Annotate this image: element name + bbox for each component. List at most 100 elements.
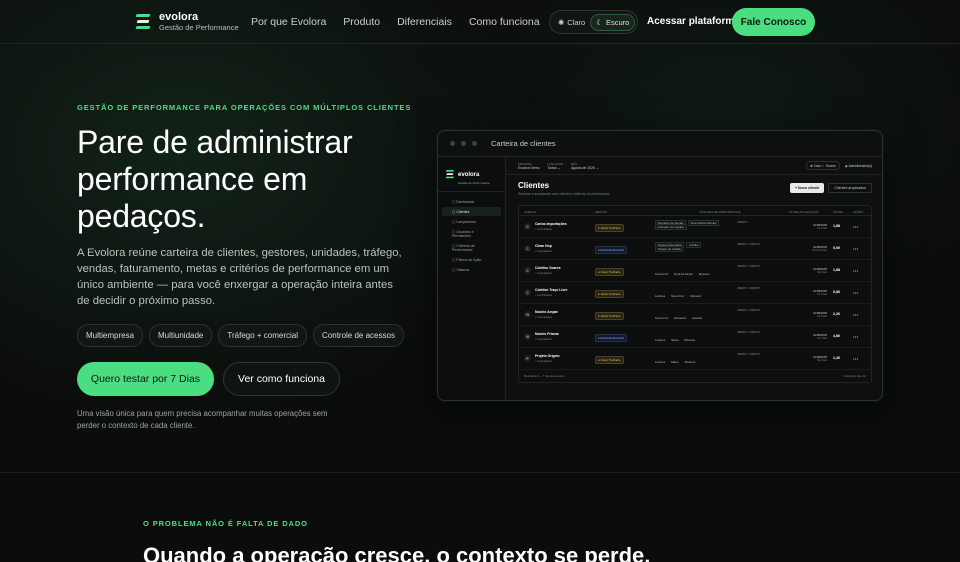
mock-unit-meta: ABERTO / ABERTO	[737, 243, 761, 246]
mock-main: Clientes Gerencie e acompanhe seus clien…	[518, 181, 872, 383]
mock-unit-tag: Chapéu de criação	[655, 246, 684, 252]
mock-table-row: N Núcleo Ampar • Contratados ● Júnior Trech…	[519, 304, 871, 326]
theme-light-option[interactable]: ✺ Claro	[553, 15, 590, 30]
mock-last-update: 01/08/2025 há 2 dias	[797, 289, 827, 296]
mock-column-header: SCORE	[833, 209, 843, 214]
hero-eyebrow: GESTÃO DE PERFORMANCE PARA OPERAÇÕES COM…	[77, 103, 412, 112]
mock-sidebar-item: ▢ Sistema	[452, 267, 470, 272]
hero-title: Pare de administrar performance em pedaç…	[77, 124, 353, 234]
mock-unit-tag: Nova Cruz	[671, 294, 685, 298]
mock-manager-badge: ● Júnior Trecheiro	[595, 356, 624, 364]
mock-column-header: AÇÕES	[853, 209, 863, 214]
mock-footer-left: Mostrando 1 – 7 clientes ativo(s)	[524, 374, 565, 378]
mock-unit-tag: Miami	[671, 360, 679, 364]
mock-last-update: 01/08/2025 há 10 minutos	[797, 245, 827, 252]
mock-unit-tag: Tassa	[671, 338, 679, 342]
mock-score: 0,80	[833, 290, 840, 294]
mock-table-row: C Coletivo Traço Livre • Contratados ● Júni…	[519, 282, 871, 304]
mock-score: 1,88	[833, 224, 840, 228]
mock-units: Chapéu Automático Conflue Chapéu de criaçã…	[655, 242, 703, 252]
window-dot	[472, 141, 477, 146]
nav-link-como-funciona[interactable]: Como funciona	[469, 16, 540, 28]
feature-chip: Multiunidade	[149, 324, 213, 347]
login-link[interactable]: Acessar plataforma	[647, 16, 740, 27]
mock-score: 2,26	[833, 312, 840, 316]
mock-client-status: • Contratados	[535, 271, 552, 275]
product-screenshot: Carteira de clientes evolora Gestão de Pe…	[437, 130, 883, 401]
mock-brand: evolora Gestão de Performance	[438, 163, 505, 192]
section-divider	[0, 472, 960, 473]
mock-units: Londres Nova Cruz Mossoró	[655, 294, 707, 298]
mock-sidebar-item: ▢ Lançamento	[452, 219, 477, 224]
mock-table-body: C Carlos Importações • Contratados ● Júnior…	[519, 216, 871, 370]
mock-status-select: LANÇADOR Todos ⌄	[547, 161, 564, 170]
mock-unit-meta: ABERTO / ABERTO	[737, 287, 761, 290]
mock-row-actions-icon: •••	[853, 268, 859, 273]
mock-unit-tag: Nova Cruz	[655, 272, 669, 276]
mock-unit-meta: ABERTO / ABERTO	[737, 331, 761, 334]
evolora-logo-icon	[445, 169, 454, 178]
mock-table-footer: Mostrando 1 – 7 clientes ativo(s) 7 clie…	[519, 370, 871, 382]
mock-score: 0,00	[833, 246, 840, 250]
window-dot	[461, 141, 466, 146]
mock-brand-name: evolora	[458, 172, 480, 178]
mock-unit-tag: Acompanha Clientes	[688, 220, 719, 226]
mock-unit-meta: ABERTO / ABERTO	[737, 309, 761, 312]
mock-sidebar: evolora Gestão de Performance ▢ Dashboard…	[438, 157, 506, 400]
mock-units: Operativo de Vendas Acompanha Clientes Fat…	[655, 220, 721, 230]
mock-date-relative: há 2 dias	[817, 337, 827, 340]
hero-lead: A Evolora reúne carteira de clientes, ge…	[77, 247, 402, 307]
mock-score: 1,88	[833, 268, 840, 272]
mock-client-status: • Contratados	[535, 337, 552, 341]
mock-archived-button: Clientes arquivados	[828, 183, 872, 193]
mock-company-select: EMPRESA Evolora Demo	[518, 161, 540, 170]
mock-unit-tag: Londres	[655, 294, 666, 298]
mock-client-status: • Contratados	[535, 249, 552, 253]
mock-client-name: Clean Hop	[535, 244, 552, 248]
nav-link-produto[interactable]: Produto	[343, 16, 380, 28]
contact-button[interactable]: Fale Conosco	[732, 8, 815, 36]
mock-theme-toggle: ✺ Claro ☾ Escuro	[806, 161, 840, 170]
mock-client-avatar: C	[524, 245, 531, 252]
mock-new-client-button: + Novo cliente	[789, 183, 825, 193]
mock-score: 4,80	[833, 334, 840, 338]
mock-last-update: 01/08/2025 há 5 dias	[797, 311, 827, 318]
main-nav: Por que Evolora Produto Diferenciais Como f…	[251, 16, 595, 28]
mock-manager-badge: ● Administrador(a)01	[595, 246, 628, 254]
mock-score: 1,40	[833, 356, 840, 360]
mock-unit-tag: Londres	[655, 360, 666, 364]
theme-toggle[interactable]: ✺ Claro ☾ Escuro	[549, 10, 638, 34]
mock-unit-tag: Mossoró	[690, 294, 702, 298]
mock-units: Londres Tassa Mossoró	[655, 338, 701, 342]
mock-column-header: CLIENTE	[524, 209, 536, 214]
mock-client-name: Núcleo Ampar	[535, 310, 558, 314]
window-dot	[450, 141, 455, 146]
mock-client-status: • Contratados	[535, 227, 552, 231]
mock-client-avatar: C	[524, 267, 531, 274]
sun-icon: ✺	[558, 17, 565, 27]
mock-date-relative: há 4 dias	[817, 359, 827, 362]
mock-row-actions-icon: •••	[853, 246, 859, 251]
mock-date-relative: há 6 dias	[817, 271, 827, 274]
mock-client-status: • Contratados	[535, 315, 552, 319]
theme-dark-option[interactable]: ☾ Escuro	[590, 13, 636, 31]
mock-units: Nova Cruz Extratoza Jacaraú	[655, 316, 708, 320]
mock-sidebar-item: ▢ Usuários e Permissões	[452, 229, 474, 238]
nav-link-por-que-evolora[interactable]: Por que Evolora	[251, 16, 326, 28]
brand-logo[interactable]: evolora Gestão de Performance	[135, 11, 239, 33]
mock-row-actions-icon: •••	[853, 312, 859, 317]
mock-last-update: 01/08/2025 há 4 dias	[797, 355, 827, 362]
how-it-works-button[interactable]: Ver como funciona	[223, 362, 340, 396]
mock-row-actions-icon: •••	[853, 290, 859, 295]
mock-top-right: ✺ Claro ☾ Escuro ◉ Administrador(a)	[806, 161, 872, 170]
mock-table-row: C Carlos Importações • Contratados ● Júnior…	[519, 216, 871, 238]
nav-link-diferenciais[interactable]: Diferenciais	[397, 16, 452, 28]
mock-unit-meta: ABERTO / ABERTO	[737, 265, 761, 268]
mock-client-name: Projeto Origem	[535, 354, 560, 358]
landing-page: evolora Gestão de Performance Por que Ev…	[0, 0, 960, 562]
mock-window-title: Carteira de clientes	[491, 139, 556, 148]
mock-client-avatar: C	[524, 289, 531, 296]
mock-clients-table: CLIENTE GESTOR UNIDADES DE PERFORMANCE ÚLTI…	[518, 205, 872, 383]
mock-table-row: C Coletivo Soares • Contratados ● Júnior Tr…	[519, 260, 871, 282]
trial-button[interactable]: Quero testar por 7 Dias	[77, 362, 214, 396]
